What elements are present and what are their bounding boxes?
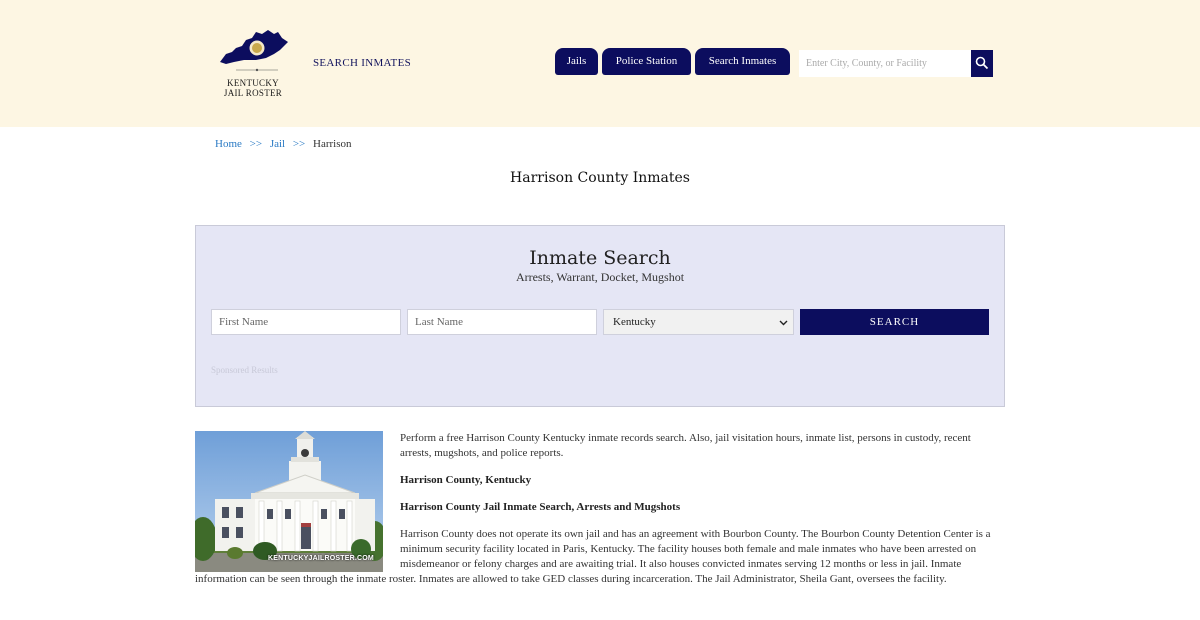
logo-text: KENTUCKY JAIL ROSTER bbox=[212, 78, 294, 98]
breadcrumb-home[interactable]: Home bbox=[215, 138, 242, 150]
panel-subtitle: Arrests, Warrant, Docket, Mugshot bbox=[515, 270, 685, 284]
page-title: Harrison County Inmates bbox=[510, 170, 690, 186]
first-name-input[interactable]: First Name bbox=[211, 309, 401, 335]
nav-search-inmates[interactable]: Search Inmates bbox=[695, 48, 790, 75]
last-name-input[interactable]: Last Name bbox=[407, 309, 597, 335]
photo-spacer bbox=[195, 431, 400, 572]
site-header: KENTUCKY JAIL ROSTER SEARCH INMATES Jail… bbox=[0, 0, 1200, 127]
breadcrumb-current: Harrison bbox=[313, 138, 352, 150]
logo-line-1: KENTUCKY bbox=[227, 78, 279, 88]
search-inmates-link[interactable]: SEARCH INMATES bbox=[313, 57, 411, 69]
search-icon bbox=[975, 56, 989, 70]
breadcrumb-jail[interactable]: Jail bbox=[270, 138, 285, 150]
inmate-search-panel: Inmate Search Arrests, Warrant, Docket, … bbox=[195, 225, 1005, 407]
breadcrumb-separator: >> bbox=[249, 138, 263, 150]
state-select[interactable]: Kentucky bbox=[603, 309, 794, 335]
state-select-value: Kentucky bbox=[613, 316, 656, 328]
panel-title: Inmate Search bbox=[529, 247, 671, 269]
chevron-down-icon bbox=[779, 320, 788, 326]
facility-search-input[interactable] bbox=[799, 50, 971, 77]
search-button[interactable]: SEARCH bbox=[800, 309, 989, 335]
breadcrumb: Home >> Jail >> Harrison bbox=[215, 138, 352, 150]
nav-jails[interactable]: Jails bbox=[555, 48, 598, 75]
article-content: Perform a free Harrison County Kentucky … bbox=[195, 431, 1005, 599]
sponsored-results-label: Sponsored Results bbox=[211, 365, 278, 375]
nav-police-station[interactable]: Police Station bbox=[602, 48, 691, 75]
breadcrumb-separator: >> bbox=[292, 138, 306, 150]
facility-search-button[interactable] bbox=[971, 50, 993, 77]
logo-line-2: JAIL ROSTER bbox=[223, 88, 283, 98]
